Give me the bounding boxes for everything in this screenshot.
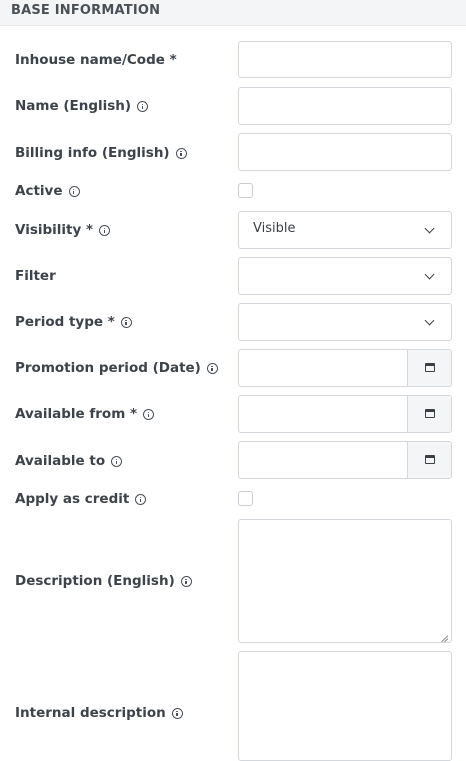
- period-type-select[interactable]: [238, 303, 452, 341]
- billing-info-label: Billing info (English): [15, 145, 187, 161]
- resize-handle-icon[interactable]: [440, 631, 448, 639]
- promotion-period-input[interactable]: [238, 349, 452, 387]
- promotion-period-label: Promotion period (Date): [15, 360, 218, 376]
- info-icon[interactable]: [137, 100, 149, 112]
- info-icon[interactable]: [68, 185, 80, 197]
- section-header: BASE INFORMATION: [0, 0, 466, 26]
- info-icon[interactable]: [135, 493, 147, 505]
- chevron-down-icon: [424, 315, 435, 326]
- apply-credit-checkbox[interactable]: [238, 491, 253, 506]
- chevron-down-icon: [424, 223, 435, 234]
- date-picker-button[interactable]: [407, 396, 451, 432]
- active-checkbox[interactable]: [238, 183, 253, 198]
- info-icon[interactable]: [171, 707, 183, 719]
- info-icon[interactable]: [206, 362, 218, 374]
- info-icon[interactable]: [120, 316, 132, 328]
- info-icon[interactable]: [143, 408, 155, 420]
- inhouse-code-input[interactable]: [238, 41, 452, 78]
- filter-select[interactable]: [238, 257, 452, 295]
- section-title: BASE INFORMATION: [11, 3, 161, 18]
- internal-description-label: Internal description: [15, 705, 183, 721]
- billing-info-input[interactable]: [238, 133, 452, 171]
- calendar-icon: [425, 455, 435, 464]
- available-to-label: Available to: [15, 453, 123, 469]
- date-picker-button[interactable]: [407, 442, 451, 478]
- info-icon[interactable]: [99, 224, 111, 236]
- available-to-input[interactable]: [238, 441, 452, 479]
- name-english-label: Name (English): [15, 98, 149, 114]
- apply-credit-label: Apply as credit: [15, 491, 147, 507]
- active-label: Active: [15, 183, 80, 199]
- date-picker-button[interactable]: [407, 350, 451, 386]
- inhouse-code-label: Inhouse name/Code *: [15, 52, 177, 68]
- description-english-textarea[interactable]: [238, 519, 452, 643]
- chevron-down-icon: [424, 269, 435, 280]
- visibility-select[interactable]: Visible: [238, 211, 452, 249]
- info-icon[interactable]: [111, 455, 123, 467]
- visibility-value: Visible: [253, 221, 296, 236]
- calendar-icon: [425, 409, 435, 418]
- description-english-label: Description (English): [15, 573, 192, 589]
- visibility-label: Visibility *: [15, 222, 111, 238]
- period-type-label: Period type *: [15, 314, 132, 330]
- calendar-icon: [425, 363, 435, 372]
- available-from-label: Available from *: [15, 406, 155, 422]
- available-from-input[interactable]: [238, 395, 452, 433]
- name-english-input[interactable]: [238, 87, 452, 125]
- internal-description-textarea[interactable]: [238, 651, 452, 761]
- filter-label: Filter: [15, 268, 56, 284]
- info-icon[interactable]: [175, 147, 187, 159]
- info-icon[interactable]: [180, 575, 192, 587]
